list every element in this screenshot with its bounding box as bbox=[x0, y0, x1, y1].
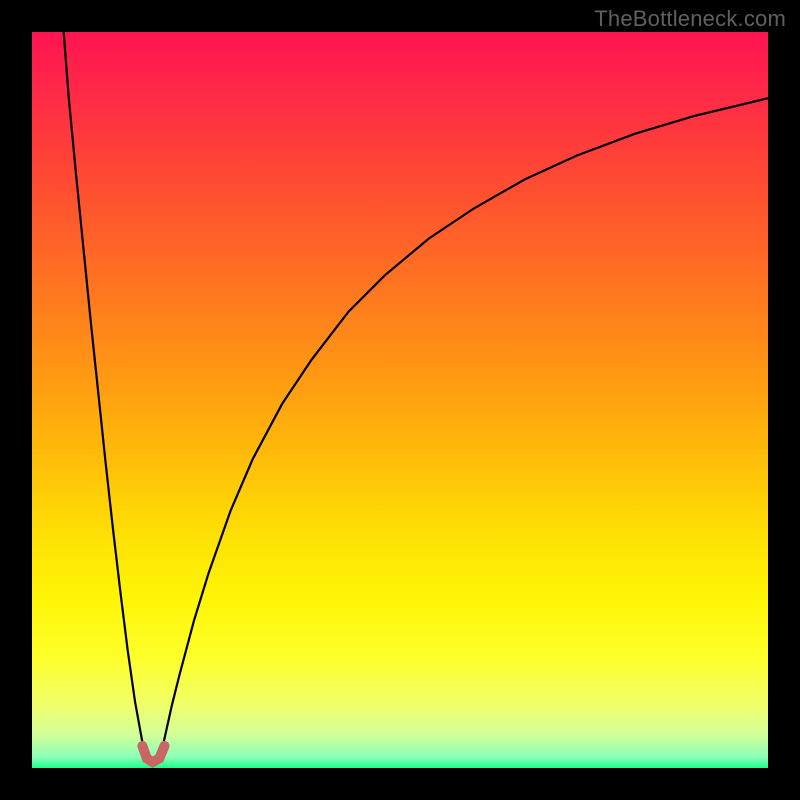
plot-area bbox=[32, 32, 768, 768]
curve-right-branch bbox=[159, 98, 768, 758]
watermark-text: TheBottleneck.com bbox=[594, 6, 786, 32]
chart-frame: TheBottleneck.com bbox=[0, 0, 800, 800]
curve-layer bbox=[32, 32, 768, 768]
curve-left-branch bbox=[64, 32, 147, 758]
minimum-marker bbox=[142, 746, 164, 762]
